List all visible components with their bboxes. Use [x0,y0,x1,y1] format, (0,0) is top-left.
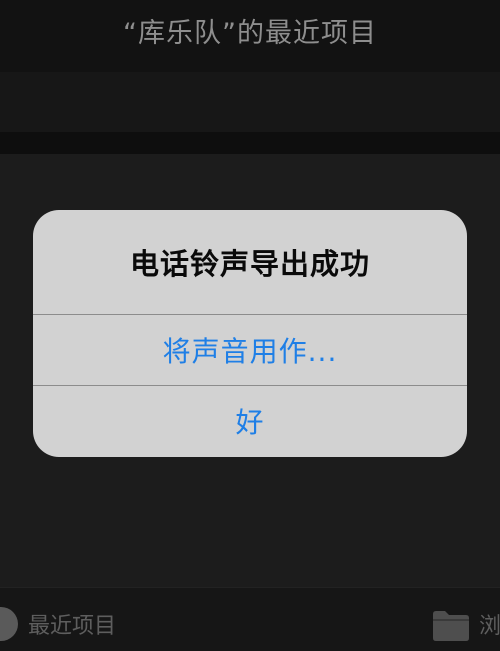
folder-icon[interactable] [431,608,471,642]
nav-bar: “库乐队”的最近项目 [0,0,500,72]
screen: “库乐队”的最近项目 最近项目 浏览 电话铃声导出成功 将声音用作... 好 [0,0,500,651]
search-area [0,72,500,132]
ok-button[interactable]: 好 [33,386,467,456]
alert-dialog: 电话铃声导出成功 将声音用作... 好 [33,210,467,457]
tab-browse-label[interactable]: 浏览 [479,612,500,642]
tab-recent-label[interactable]: 最近项目 [28,612,116,642]
alert-title: 电话铃声导出成功 [129,247,370,281]
use-sound-as-button[interactable]: 将声音用作... [33,315,467,385]
page-title: “库乐队”的最近项目 [123,18,377,49]
section-divider [0,132,500,154]
